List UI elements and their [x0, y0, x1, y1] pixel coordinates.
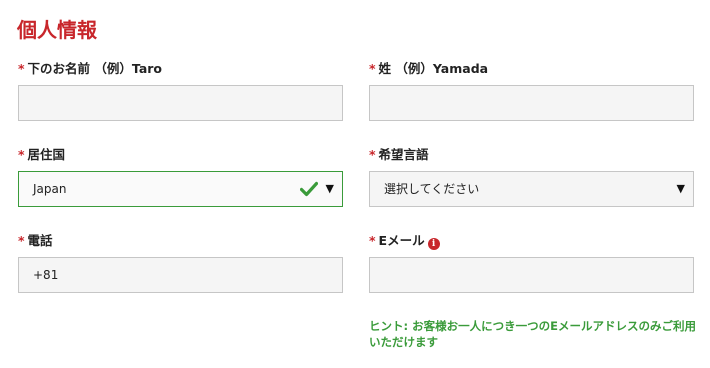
required-mark: * — [369, 61, 376, 76]
country-select[interactable]: Japan ▼ — [18, 171, 343, 207]
language-field: * 希望言語 選択してください ▼ — [369, 146, 694, 207]
last-name-label: * 姓 （例）Yamada — [369, 61, 489, 76]
email-label: * Eメール i — [369, 232, 694, 250]
last-name-field: * 姓 （例）Yamada — [369, 60, 694, 121]
required-mark: * — [18, 61, 25, 76]
required-mark: * — [18, 233, 25, 248]
phone-input[interactable]: +81 — [18, 257, 343, 293]
country-selected-value: Japan — [33, 182, 67, 196]
phone-label: * 電話 — [18, 233, 53, 248]
first-name-field: * 下のお名前 （例）Taro — [18, 60, 343, 121]
required-mark: * — [18, 147, 25, 162]
chevron-down-icon: ▼ — [676, 182, 685, 195]
last-name-input[interactable] — [369, 85, 694, 121]
country-field: * 居住国 Japan ▼ — [18, 146, 343, 207]
email-hint: ヒント: お客様お一人につき一つのEメールアドレスのみご利用いただけます — [369, 319, 696, 349]
language-selected-value: 選択してください — [384, 182, 480, 196]
email-field: * Eメール i — [369, 232, 694, 293]
checkmark-icon — [300, 181, 318, 197]
required-mark: * — [369, 147, 376, 162]
language-label: * 希望言語 — [369, 147, 429, 162]
language-select[interactable]: 選択してください ▼ — [369, 171, 694, 207]
page-title: 個人情報 — [17, 18, 97, 42]
first-name-label: * 下のお名前 （例）Taro — [18, 61, 163, 76]
info-icon[interactable]: i — [427, 238, 440, 250]
first-name-input[interactable] — [18, 85, 343, 121]
email-input[interactable] — [369, 257, 694, 293]
phone-field: * 電話 +81 — [18, 232, 343, 293]
chevron-down-icon: ▼ — [325, 182, 334, 195]
country-label: * 居住国 — [18, 147, 66, 162]
required-mark: * — [369, 233, 376, 248]
